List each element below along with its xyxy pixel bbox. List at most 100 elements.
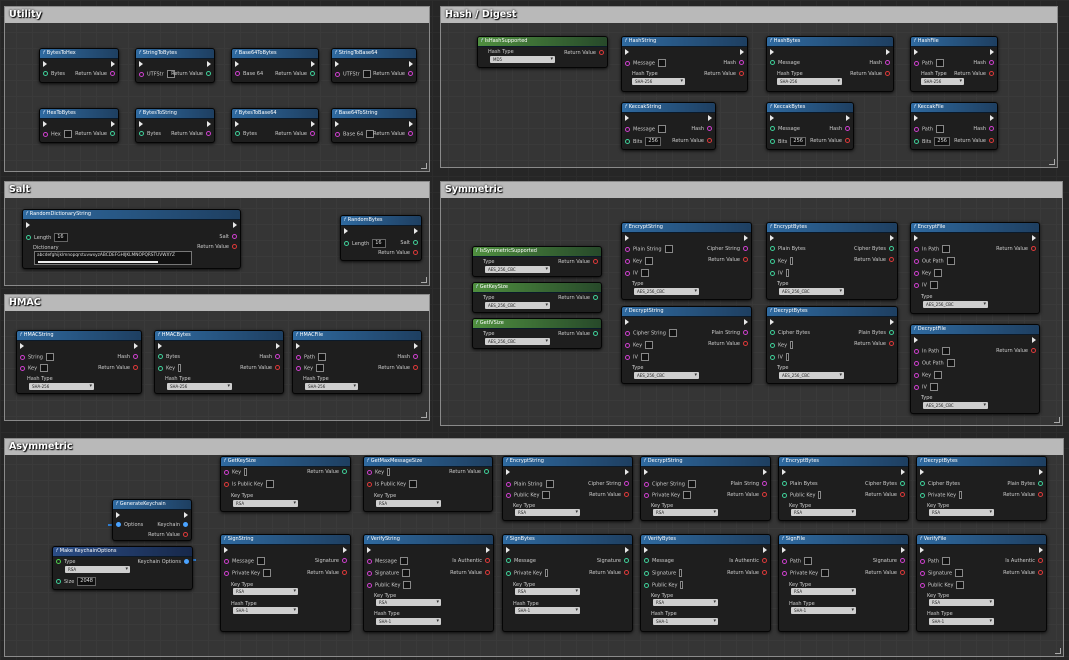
cipher-type-dropdown[interactable]: AES_256_CBC: [923, 301, 988, 308]
key-input[interactable]: [790, 257, 794, 265]
exec-out-pin[interactable]: [134, 343, 138, 349]
exec-out-pin[interactable]: [343, 547, 347, 553]
hash-type-dropdown[interactable]: SHA-256: [777, 78, 842, 85]
key-input[interactable]: [387, 468, 391, 476]
string-pin[interactable]: [914, 348, 919, 354]
hash-pin[interactable]: [989, 126, 994, 131]
return-pin[interactable]: [133, 365, 138, 370]
iv-pin[interactable]: [914, 282, 919, 288]
exec-in-pin[interactable]: [506, 469, 510, 475]
bool-pin[interactable]: [367, 481, 372, 487]
key-pin[interactable]: [782, 570, 787, 576]
node-sign-string[interactable]: f SignString Message Signature Private Ke…: [220, 534, 351, 632]
exec-in-pin[interactable]: [770, 49, 774, 55]
bytes-pin[interactable]: [644, 558, 649, 563]
return-pin[interactable]: [1031, 246, 1036, 251]
exec-out-pin[interactable]: [1039, 469, 1043, 475]
keychain-pin[interactable]: [183, 522, 188, 527]
exec-out-pin[interactable]: [740, 49, 744, 55]
key-pin[interactable]: [296, 365, 301, 371]
key-type-dropdown[interactable]: RSA: [376, 599, 441, 606]
bits-input[interactable]: 256: [934, 137, 950, 146]
bytes-pin[interactable]: [782, 481, 787, 486]
exec-out-pin[interactable]: [414, 228, 418, 234]
string-pin[interactable]: [625, 126, 630, 132]
cipher-pin[interactable]: [889, 246, 894, 251]
exec-out-pin[interactable]: [990, 49, 994, 55]
is-public-key-checkbox[interactable]: [409, 480, 418, 488]
hash-type-dropdown[interactable]: SHA-1: [376, 618, 441, 625]
exec-out-pin[interactable]: [890, 235, 894, 241]
key-type-dropdown[interactable]: RSA: [65, 566, 130, 573]
node-verify-file[interactable]: f VerifyFile Path Is Authentic Signature …: [916, 534, 1047, 632]
exec-in-pin[interactable]: [914, 115, 918, 121]
hash-pin[interactable]: [413, 354, 418, 359]
node-string-to-bytes[interactable]: f StringToBytes UTFStr Return Value: [135, 48, 215, 83]
iv-pin[interactable]: [770, 354, 775, 360]
key-pin[interactable]: [770, 342, 775, 348]
exec-in-pin[interactable]: [782, 469, 786, 475]
string-pin[interactable]: [139, 71, 144, 77]
return-pin[interactable]: [408, 131, 413, 136]
hash-type-dropdown[interactable]: SHA-1: [233, 607, 298, 614]
exec-out-pin[interactable]: [409, 61, 413, 67]
key-pin[interactable]: [625, 342, 630, 348]
key-type-dropdown[interactable]: RSA: [515, 509, 580, 516]
public-key-input[interactable]: [542, 491, 551, 499]
string-pin[interactable]: [625, 60, 630, 66]
dictionary-scrollbar[interactable]: [38, 261, 158, 263]
string-pin[interactable]: [914, 360, 919, 366]
string-pin[interactable]: [920, 558, 925, 564]
return-pin[interactable]: [1031, 348, 1036, 353]
node-bytes-to-base64[interactable]: f BytesToBase64 Bytes Return Value: [231, 108, 319, 143]
resize-grip[interactable]: [1054, 417, 1060, 423]
exec-out-pin[interactable]: [763, 547, 767, 553]
iv-input[interactable]: [929, 281, 938, 289]
string-input[interactable]: [668, 329, 677, 337]
exec-out-pin[interactable]: [763, 469, 767, 475]
exec-in-pin[interactable]: [782, 547, 786, 553]
is-authentic-pin[interactable]: [485, 558, 490, 563]
plain-pin[interactable]: [1038, 481, 1043, 486]
exec-in-pin[interactable]: [625, 235, 629, 241]
exec-in-pin[interactable]: [920, 469, 924, 475]
hash-type-dropdown[interactable]: MD5: [490, 56, 555, 63]
string-input[interactable]: [45, 353, 54, 361]
cipher-type-dropdown[interactable]: AES_256_CBC: [634, 372, 699, 379]
bytes-pin[interactable]: [920, 481, 925, 486]
key-input[interactable]: [178, 364, 182, 372]
node-generate-keychain[interactable]: f GenerateKeychain Options Keychain Retur…: [112, 499, 192, 541]
string-pin[interactable]: [296, 354, 301, 360]
key-pin[interactable]: [625, 258, 630, 264]
string-input[interactable]: [657, 59, 666, 67]
return-pin[interactable]: [762, 570, 767, 575]
exec-in-pin[interactable]: [335, 121, 339, 127]
string-pin[interactable]: [914, 126, 919, 132]
node-bytes-to-hex[interactable]: f BytesToHex Bytes Return Value: [39, 48, 119, 83]
node-hash-bytes[interactable]: f HashBytes Message Hash Hash Type Return…: [766, 36, 894, 92]
exec-in-pin[interactable]: [625, 49, 629, 55]
key-pin[interactable]: [770, 258, 775, 264]
bytes-pin[interactable]: [770, 246, 775, 251]
return-pin[interactable]: [413, 250, 418, 255]
cipher-pin[interactable]: [900, 481, 905, 486]
hash-type-dropdown[interactable]: SHA-1: [653, 618, 718, 625]
key-pin[interactable]: [506, 492, 511, 498]
node-is-hash-supported[interactable]: fIsHashSupported Hash Type MD5 Return Va…: [477, 36, 608, 68]
length-input[interactable]: 16: [372, 239, 387, 248]
signature-pin[interactable]: [342, 558, 347, 563]
bytes-pin[interactable]: [43, 71, 48, 76]
exec-out-pin[interactable]: [744, 319, 748, 325]
string-pin[interactable]: [43, 131, 48, 137]
cipher-pin[interactable]: [624, 481, 629, 486]
resize-grip[interactable]: [421, 163, 427, 169]
private-key-input[interactable]: [959, 491, 963, 499]
exec-out-pin[interactable]: [311, 121, 315, 127]
string-pin[interactable]: [335, 131, 340, 137]
hash-type-dropdown[interactable]: SHA-1: [929, 618, 994, 625]
node-is-symmetric-supported[interactable]: f IsSymmetricSupported Type Return Value …: [472, 246, 602, 277]
int-pin[interactable]: [914, 139, 919, 144]
node-hash-string[interactable]: f HashString Message Hash Hash Type Retur…: [621, 36, 748, 92]
iv-input[interactable]: [785, 353, 789, 361]
bytes-pin[interactable]: [235, 131, 240, 136]
